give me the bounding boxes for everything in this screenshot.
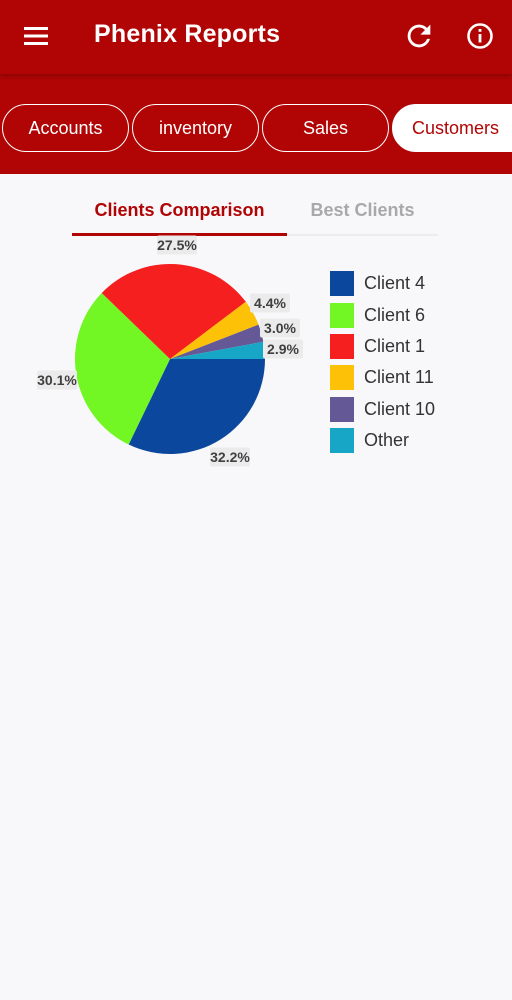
sub-tabs: Clients Comparison Best Clients <box>72 186 438 236</box>
info-icon <box>467 23 493 49</box>
menu-icon <box>24 27 48 45</box>
pie-label-text: 27.5% <box>157 237 197 253</box>
pie-chart: 32.2% 30.1% 27.5% 4.4% 3.0% 2.9% <box>37 235 303 467</box>
pie-label-text: 4.4% <box>254 295 286 311</box>
legend-label: Client 11 <box>364 367 434 388</box>
pie-label-text: 2.9% <box>267 341 299 357</box>
legend-item: Client 11 <box>330 362 500 393</box>
legend-swatch <box>330 271 354 297</box>
legend-item: Other <box>330 425 500 456</box>
tab-customers[interactable]: Customers <box>392 104 512 152</box>
tab-accounts[interactable]: Accounts <box>2 104 129 152</box>
pie-label-4: 3.0% <box>260 318 300 338</box>
legend-item: Client 10 <box>330 394 500 425</box>
pie-label-2: 27.5% <box>157 235 197 255</box>
legend-item: Client 1 <box>330 331 500 362</box>
tab-inventory[interactable]: inventory <box>132 104 259 152</box>
toolbar: Phenix Reports <box>0 0 512 74</box>
menu-button[interactable] <box>16 18 56 54</box>
subtab-best-clients[interactable]: Best Clients <box>287 186 438 234</box>
legend-label: Client 4 <box>364 273 426 294</box>
legend-item: Client 4 <box>330 268 500 299</box>
pie-label-text: 30.1% <box>37 372 77 388</box>
pie-label-1: 30.1% <box>37 370 77 390</box>
pie-label-0: 32.2% <box>210 447 250 467</box>
legend-swatch <box>330 365 354 391</box>
legend-label: Client 1 <box>364 335 426 356</box>
legend-label: Client 6 <box>364 304 426 325</box>
legend-swatch <box>330 333 354 359</box>
subtab-clients-comparison[interactable]: Clients Comparison <box>72 186 287 234</box>
info-button[interactable] <box>462 18 498 54</box>
app-bar: Phenix Reports Accounts inventory Sales … <box>0 0 512 174</box>
legend-swatch <box>330 396 354 422</box>
refresh-button[interactable] <box>402 18 436 54</box>
legend-label: Client 10 <box>364 398 436 419</box>
report-tabs: Accounts inventory Sales Customers <box>0 104 512 154</box>
pie-label-text: 32.2% <box>210 449 250 465</box>
app-title: Phenix Reports <box>94 20 281 48</box>
pie-label-5: 2.9% <box>263 339 303 359</box>
tab-sales[interactable]: Sales <box>262 104 389 152</box>
refresh-icon <box>407 24 431 48</box>
pie-label-3: 4.4% <box>250 293 290 313</box>
chart-legend: Client 4 Client 6 Client 1 Client 11 Client … <box>330 268 500 456</box>
legend-swatch <box>330 302 354 328</box>
legend-label: Other <box>364 430 410 451</box>
legend-swatch <box>330 428 354 454</box>
legend-item: Client 6 <box>330 299 500 330</box>
pie-label-text: 3.0% <box>264 320 296 336</box>
